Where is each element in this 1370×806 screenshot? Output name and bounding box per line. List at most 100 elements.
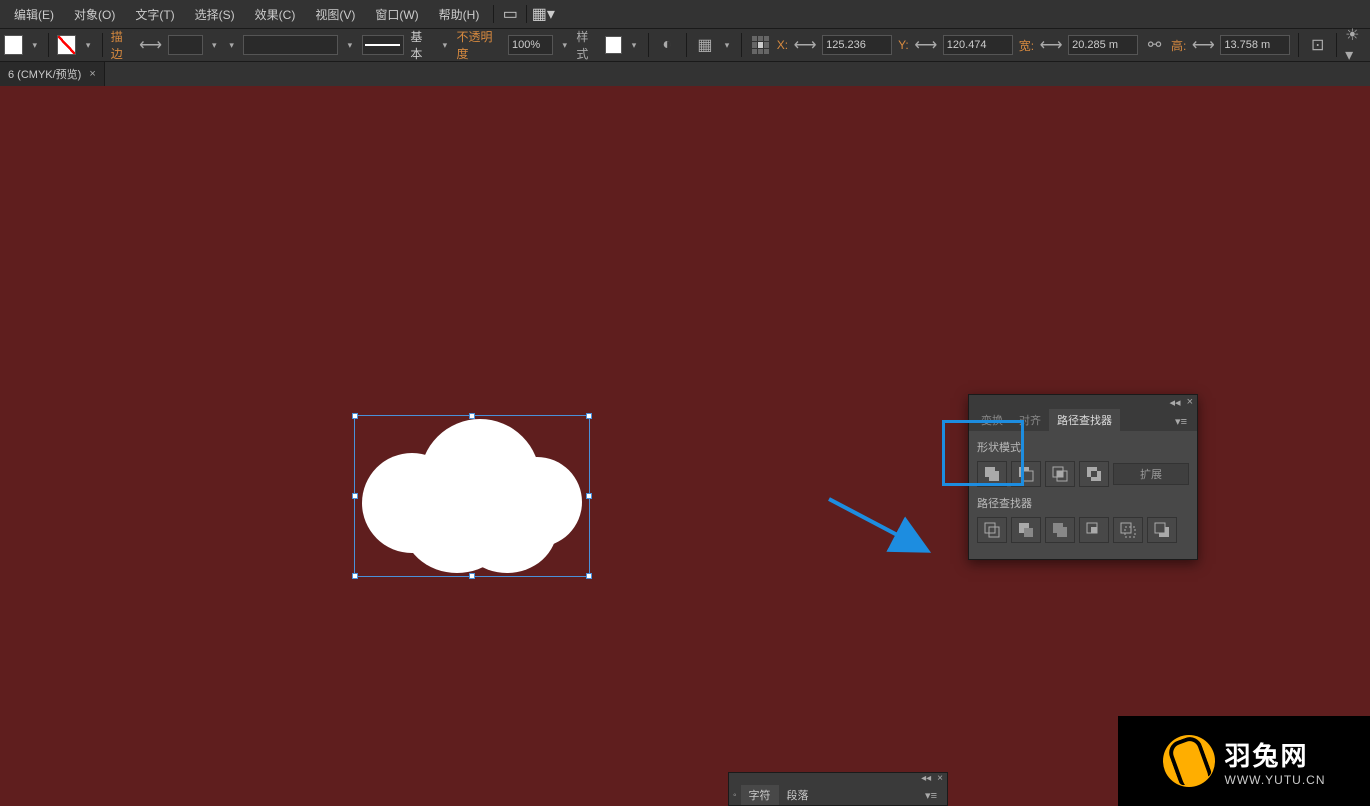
w-input[interactable] (1068, 35, 1138, 55)
annotation-arrow-2 (824, 494, 934, 558)
resize-handle[interactable] (586, 573, 592, 579)
opacity-dropdown[interactable]: ▾ (559, 35, 570, 55)
char-panel-tabs: ◦ 字符 段落 ▾≡ (729, 785, 947, 805)
menu-window[interactable]: 窗口(W) (365, 2, 428, 27)
brush-preview[interactable] (362, 35, 405, 55)
brush-type: 基本 (410, 28, 433, 62)
document-tab-bar: 6 (CMYK/预览) × (0, 62, 1370, 86)
document-icon[interactable]: ▭ (498, 4, 522, 24)
close-panel-icon[interactable]: × (1187, 396, 1193, 408)
tab-align[interactable]: 对齐 (1011, 409, 1049, 431)
resize-handle[interactable] (352, 413, 358, 419)
document-tab-title: 6 (CMYK/预览) (8, 66, 81, 82)
stroke-weight-input[interactable] (168, 35, 203, 55)
y-stepper[interactable]: ⟷ (915, 34, 937, 56)
char-panel-titlebar[interactable]: ◂◂ × (729, 773, 947, 785)
style-dropdown[interactable]: ▾ (628, 35, 639, 55)
x-stepper[interactable]: ⟷ (794, 34, 816, 56)
h-input[interactable] (1220, 35, 1290, 55)
stroke-weight-stepper[interactable]: ⟷ (140, 34, 162, 56)
unite-button[interactable] (977, 461, 1007, 487)
intersect-button[interactable] (1045, 461, 1075, 487)
collapse-icon[interactable]: ◂◂ (1170, 396, 1181, 409)
h-label: 高: (1171, 37, 1186, 54)
separator (526, 5, 527, 23)
watermark-logo-icon (1163, 735, 1215, 787)
reference-point-grid[interactable] (750, 34, 771, 56)
resize-handle[interactable] (352, 493, 358, 499)
pathfinder-panel: ◂◂ × 变换 对齐 路径查找器 ▾≡ 形状模式 扩展 路径查找器 (968, 394, 1198, 560)
minus-back-button[interactable] (1147, 517, 1177, 543)
fill-swatch[interactable] (4, 35, 23, 55)
tab-character[interactable]: 字符 (741, 785, 779, 805)
close-panel-icon[interactable]: × (937, 773, 943, 785)
opacity-input[interactable] (508, 35, 553, 55)
menu-text[interactable]: 文字(T) (125, 2, 184, 27)
link-wh-icon[interactable]: ⚯ (1144, 34, 1165, 56)
panel-titlebar[interactable]: ◂◂ × (969, 395, 1197, 409)
minus-front-button[interactable] (1011, 461, 1041, 487)
expand-button[interactable]: 扩展 (1113, 463, 1189, 485)
style-label: 样式 (576, 28, 599, 62)
stroke-panel-dropdown[interactable]: ▾ (226, 35, 237, 55)
exclude-button[interactable] (1079, 461, 1109, 487)
close-tab-icon[interactable]: × (89, 68, 95, 80)
menu-object[interactable]: 对象(O) (64, 2, 125, 27)
tab-paragraph[interactable]: 段落 (779, 785, 817, 805)
resize-handle[interactable] (469, 573, 475, 579)
y-input[interactable] (943, 35, 1013, 55)
align-icon[interactable]: ▦ (695, 34, 716, 56)
isolate-icon[interactable]: ⊡ (1307, 34, 1328, 56)
document-tab[interactable]: 6 (CMYK/预览) × (0, 62, 105, 86)
stroke-style-dropdown[interactable]: ▾ (344, 35, 355, 55)
tab-pathfinder[interactable]: 路径查找器 (1049, 409, 1120, 431)
menu-bar: 编辑(E) 对象(O) 文字(T) 选择(S) 效果(C) 视图(V) 窗口(W… (0, 0, 1370, 28)
y-label: Y: (898, 38, 909, 52)
character-panel: ◂◂ × ◦ 字符 段落 ▾≡ (728, 772, 948, 806)
resize-handle[interactable] (586, 493, 592, 499)
separator (493, 5, 494, 23)
panel-tabs: 变换 对齐 路径查找器 ▾≡ (969, 409, 1197, 431)
w-stepper[interactable]: ⟷ (1040, 34, 1062, 56)
arrange-icon[interactable]: ▦▾ (531, 4, 555, 24)
divide-button[interactable] (977, 517, 1007, 543)
collapse-icon[interactable]: ◂◂ (921, 773, 931, 785)
stroke-style-preview[interactable] (243, 35, 338, 55)
fill-dropdown[interactable]: ▾ (29, 35, 40, 55)
panel-menu-icon[interactable]: ▾≡ (1171, 412, 1191, 431)
menu-view[interactable]: 视图(V) (305, 2, 365, 27)
x-label: X: (777, 38, 788, 52)
shape-modes-label: 形状模式 (977, 439, 1189, 455)
crop-button[interactable] (1079, 517, 1109, 543)
outline-button[interactable] (1113, 517, 1143, 543)
resize-handle[interactable] (469, 413, 475, 419)
tab-transform[interactable]: 变换 (973, 409, 1011, 431)
panel-menu-icon[interactable]: ▾≡ (921, 786, 941, 805)
recolor-icon[interactable]: ◐ (657, 34, 678, 56)
watermark-title: 羽兔网 (1225, 736, 1326, 773)
panel-body: 形状模式 扩展 路径查找器 (969, 431, 1197, 559)
resize-handle[interactable] (352, 573, 358, 579)
more-icon[interactable]: ☀▾ (1345, 34, 1366, 56)
watermark-url: WWW.YUTU.CN (1225, 773, 1326, 787)
resize-handle[interactable] (586, 413, 592, 419)
merge-button[interactable] (1045, 517, 1075, 543)
opacity-label: 不透明度 (457, 28, 503, 62)
h-stepper[interactable]: ⟷ (1192, 34, 1214, 56)
watermark: 羽兔网 WWW.YUTU.CN (1118, 716, 1370, 806)
menu-help[interactable]: 帮助(H) (429, 2, 490, 27)
w-label: 宽: (1019, 37, 1034, 54)
stroke-dropdown[interactable]: ▾ (82, 35, 93, 55)
menu-effect[interactable]: 效果(C) (245, 2, 306, 27)
x-input[interactable] (822, 35, 892, 55)
menu-select[interactable]: 选择(S) (185, 2, 245, 27)
options-bar: ▾ ▾ 描边 ⟷ ▾ ▾ ▾ 基本 ▾ 不透明度 ▾ 样式 ▾ ◐ ▦ ▾ X:… (0, 28, 1370, 62)
stroke-weight-dropdown[interactable]: ▾ (209, 35, 220, 55)
brush-dropdown[interactable]: ▾ (439, 35, 450, 55)
trim-button[interactable] (1011, 517, 1041, 543)
menu-edit[interactable]: 编辑(E) (4, 2, 64, 27)
selection-bounding-box[interactable] (354, 415, 590, 577)
pathfinders-label: 路径查找器 (977, 495, 1189, 511)
style-swatch[interactable] (605, 36, 622, 54)
stroke-swatch-none[interactable] (57, 35, 76, 55)
